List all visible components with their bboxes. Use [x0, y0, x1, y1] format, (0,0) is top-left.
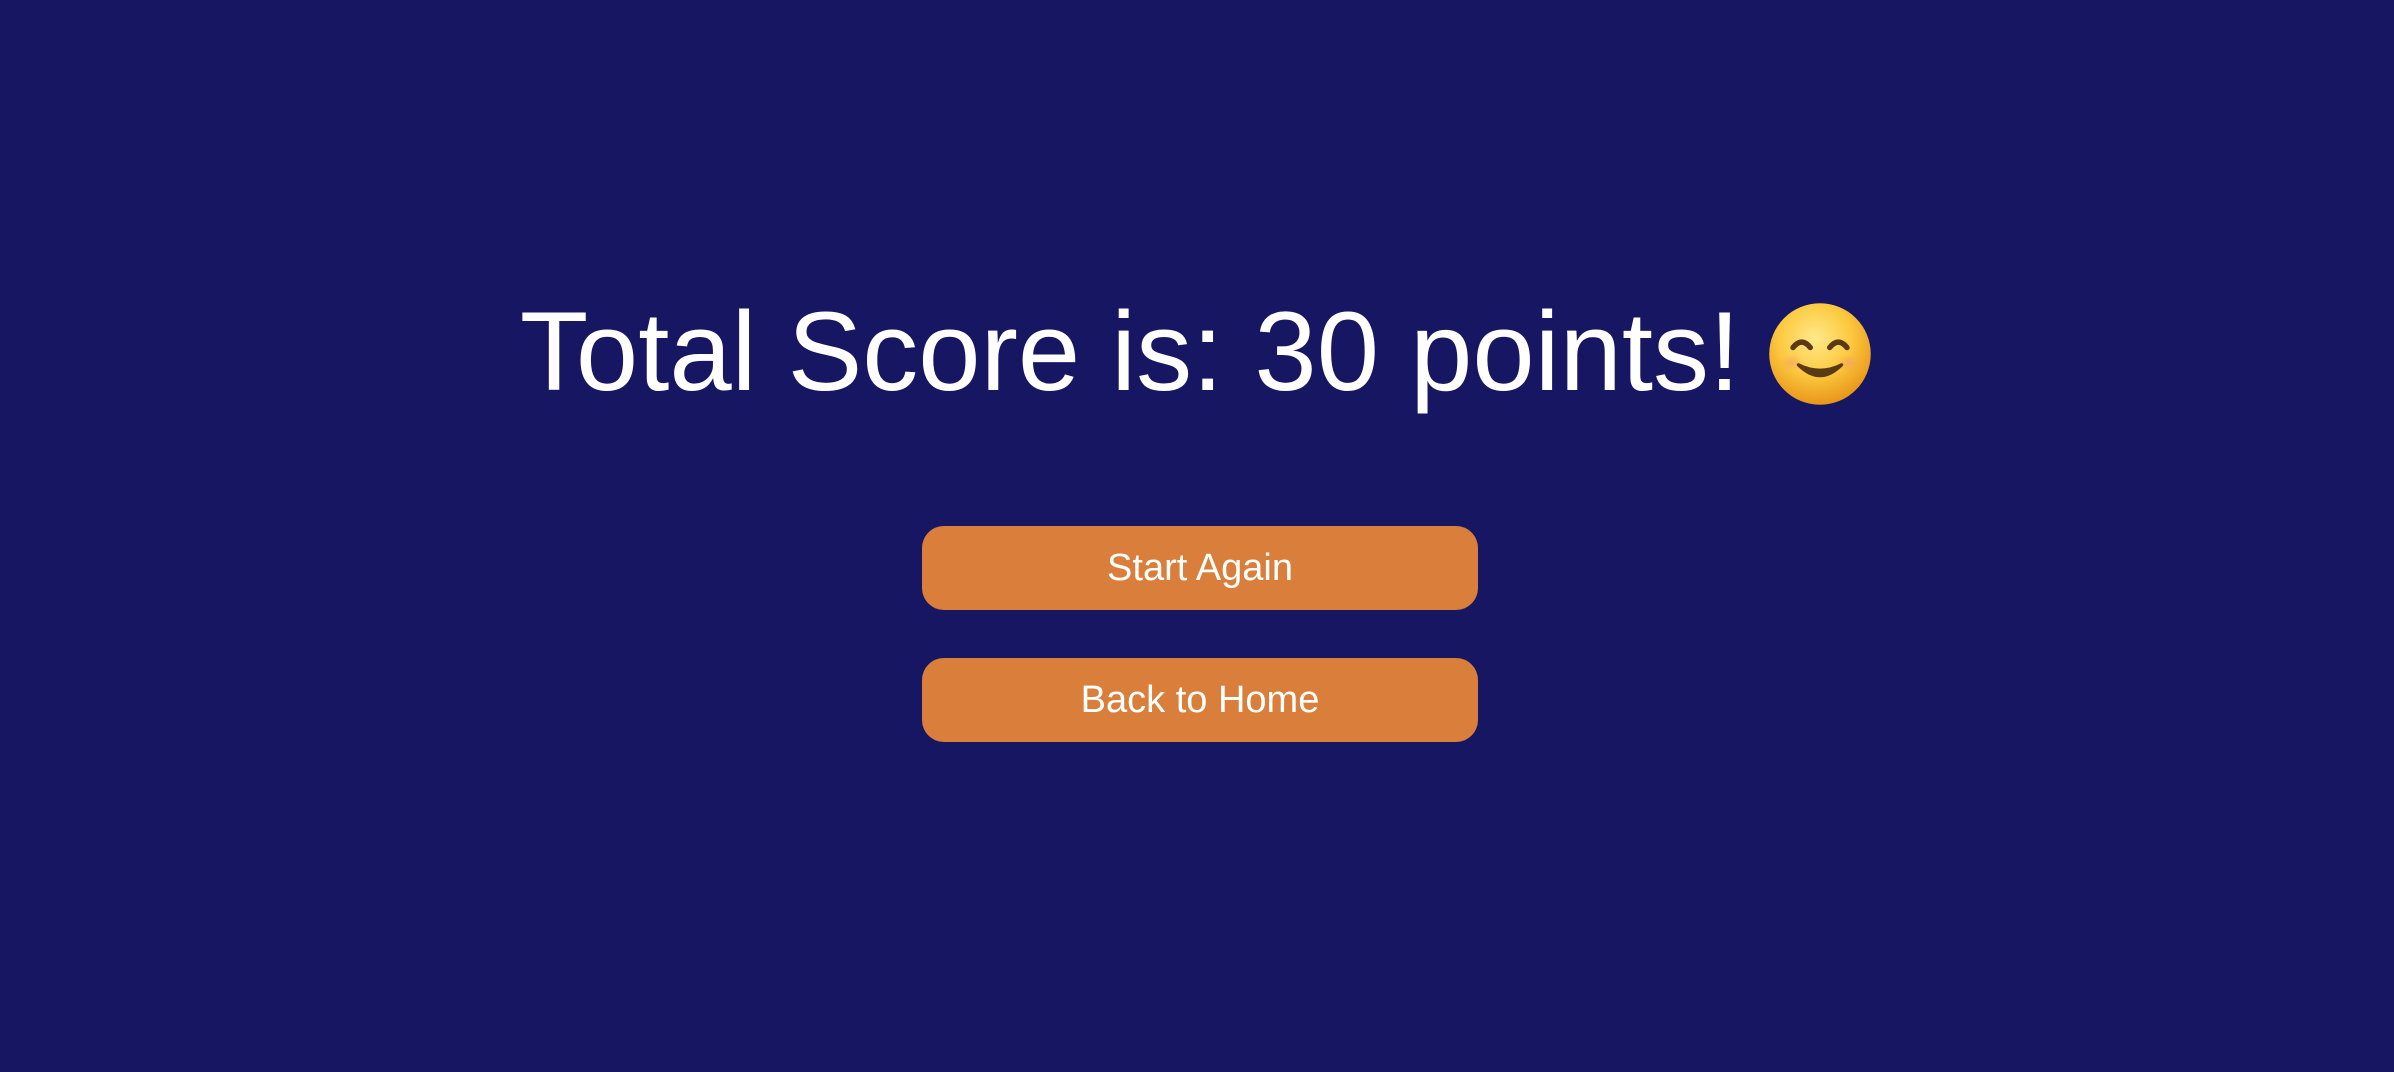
score-text: Total Score is: 30 points! [519, 289, 1741, 414]
back-to-home-button[interactable]: Back to Home [922, 658, 1478, 742]
start-again-label: Start Again [1107, 546, 1293, 589]
back-to-home-label: Back to Home [1080, 678, 1320, 721]
score-heading: Total Score is: 30 points! [0, 282, 2394, 422]
score-screen: Total Score is: 30 points! Start Again B… [0, 0, 2394, 1072]
start-again-button[interactable]: Start Again [922, 526, 1478, 610]
smiling-face-icon [1766, 300, 1874, 408]
